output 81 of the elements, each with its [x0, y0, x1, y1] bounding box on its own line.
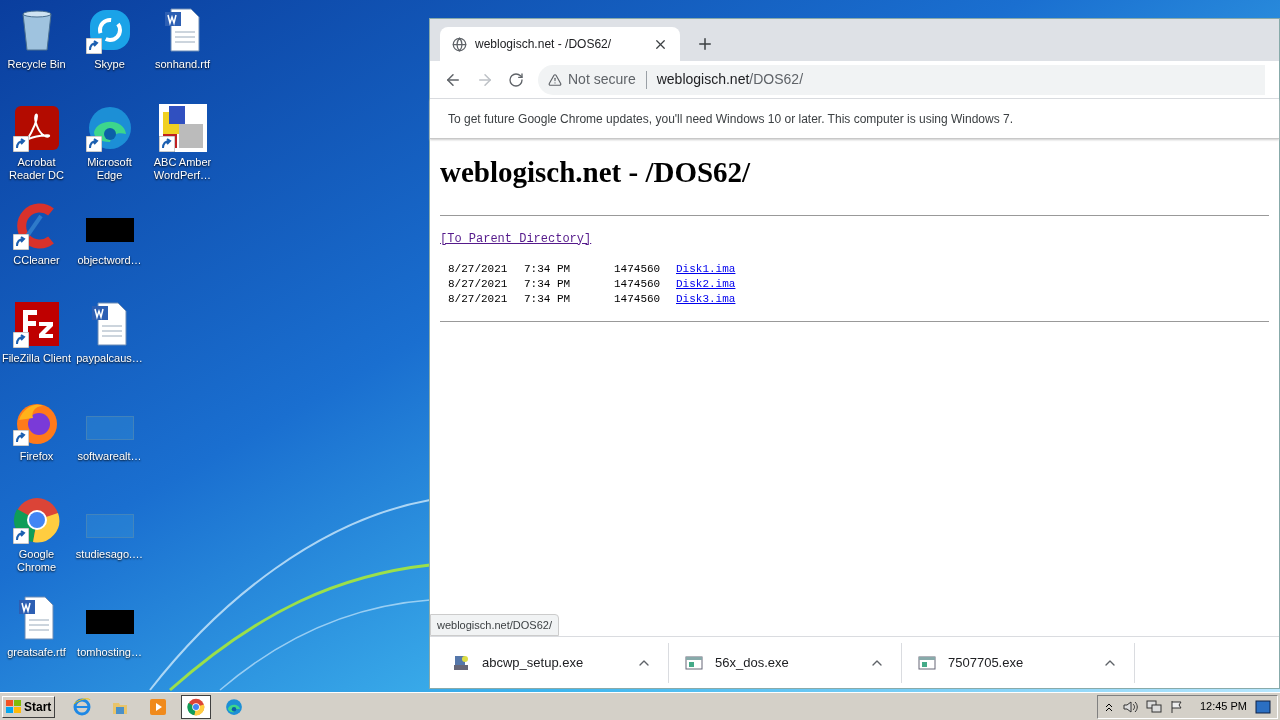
flag-icon[interactable]: [1169, 699, 1184, 714]
speaker-icon[interactable]: [1121, 699, 1138, 714]
desktop-icon-label: Recycle Bin: [6, 58, 67, 71]
desktop-icon-label: objectword…: [76, 254, 143, 267]
desktop-icon-label: sonhand.rtf: [153, 58, 211, 71]
status-bubble: weblogisch.net/DOS62/: [430, 613, 559, 636]
desktop-icon-label: Google Chrome: [15, 548, 58, 574]
show-desktop-icon[interactable]: [1255, 699, 1271, 714]
blank-file-icon: [85, 416, 134, 440]
desktop-icon[interactable]: Recycle Bin: [0, 6, 73, 104]
desktop-icon-label: ABC Amber WordPerf…: [152, 156, 213, 182]
file-link[interactable]: Disk1.ima: [676, 261, 736, 277]
desktop-icon[interactable]: Acrobat Reader DC: [0, 104, 73, 202]
desktop-icon[interactable]: tomhosting…: [73, 594, 146, 692]
download-filename: 56x_dos.exe: [715, 653, 790, 672]
download-item[interactable]: 7507705.exe: [902, 642, 1135, 683]
new-tab-icon[interactable]: [696, 35, 714, 53]
network-icon[interactable]: [1145, 699, 1162, 714]
file-date: 8/27/2021: [448, 291, 509, 307]
desktop-icon[interactable]: Skype: [73, 6, 146, 104]
file-link[interactable]: Disk2.ima: [676, 276, 736, 292]
file-size: 1474560: [614, 291, 662, 307]
download-filename: abcwp_setup.exe: [482, 653, 585, 672]
desktop-icon-label: softwarealt…: [76, 450, 143, 463]
desktop-icon[interactable]: Google Chrome: [0, 496, 73, 594]
desktop-icon[interactable]: objectword…: [73, 202, 146, 300]
desktop-icon-label: tomhosting…: [76, 646, 143, 659]
warning-icon: [548, 72, 562, 87]
download-item[interactable]: abcwp_setup.exe: [436, 642, 669, 683]
file-link[interactable]: Disk3.ima: [676, 291, 736, 307]
security-label: Not secure: [568, 70, 636, 89]
desktop-icon[interactable]: sonhand.rtf: [146, 6, 219, 104]
desktop-icon-label: studiesago.…: [74, 548, 145, 561]
tab-title: weblogisch.net - /DOS62/: [475, 36, 613, 53]
file-time: 7:34 PM: [524, 261, 572, 277]
file-date: 8/27/2021: [448, 261, 509, 277]
edge-icon: [225, 697, 244, 716]
desktop-icon[interactable]: CCleaner: [0, 202, 73, 300]
desktop-icon-label: paypalcaus…: [75, 352, 144, 365]
file-time: 7:34 PM: [524, 291, 572, 307]
address-bar[interactable]: Not secure weblogisch.net/DOS62/: [538, 64, 1265, 95]
installer-icon: [452, 653, 470, 672]
desktop-icon[interactable]: ABC Amber WordPerf…: [146, 104, 219, 202]
url-host: weblogisch.net: [656, 70, 750, 89]
desktop-icon-label: CCleaner: [12, 254, 61, 267]
desktop-icon[interactable]: greatsafe.rtf: [0, 594, 73, 692]
desktop-icon-label: Skype: [93, 58, 126, 71]
desktop-icon[interactable]: Firefox: [0, 398, 73, 496]
windows-logo-icon: [6, 699, 22, 714]
desktop-icon[interactable]: Microsoft Edge: [73, 104, 146, 202]
desktop-icon-label: FileZilla Client: [0, 352, 73, 365]
application-icon: [685, 654, 703, 671]
start-button[interactable]: Start: [2, 695, 56, 718]
file-date: 8/27/2021: [448, 276, 509, 292]
parent-directory-link[interactable]: [To Parent Directory]: [440, 229, 592, 248]
chrome-icon: [187, 697, 206, 716]
blank-file-icon: [85, 514, 134, 538]
desktop-icon-label: greatsafe.rtf: [6, 646, 67, 659]
infobar-message: To get future Google Chrome updates, you'll need Windows 10 or later. This computer is using Windows 7.: [448, 110, 1014, 128]
download-filename: 7507705.exe: [948, 653, 1025, 672]
desktop-icon-label: Microsoft Edge: [86, 156, 133, 182]
download-item[interactable]: 56x_dos.exe: [669, 642, 902, 683]
globe-icon: [452, 36, 467, 52]
file-time: 7:34 PM: [524, 276, 572, 292]
application-icon: [918, 654, 936, 671]
desktop-icon-label: Acrobat Reader DC: [8, 156, 65, 182]
desktop-icon[interactable]: studiesago.…: [73, 496, 146, 594]
internet-explorer-icon: [73, 697, 92, 716]
desktop-icon[interactable]: FileZilla Client: [0, 300, 73, 398]
taskbar-button[interactable]: [181, 694, 212, 719]
clock[interactable]: 12:45 PM: [1199, 698, 1247, 715]
page-heading: weblogisch.net - /DOS62/: [440, 155, 752, 190]
file-size: 1474560: [614, 276, 662, 292]
desktop-icon[interactable]: softwarealt…: [73, 398, 146, 496]
file-size: 1474560: [614, 261, 662, 277]
url-path: /DOS62/: [749, 70, 804, 89]
reload-icon[interactable]: [508, 71, 524, 88]
desktop-icon-label: Firefox: [18, 450, 55, 463]
desktop-icon[interactable]: paypalcaus…: [73, 300, 146, 398]
media-player-icon: [149, 697, 168, 716]
browser-tab[interactable]: weblogisch.net - /DOS62/: [440, 27, 680, 61]
